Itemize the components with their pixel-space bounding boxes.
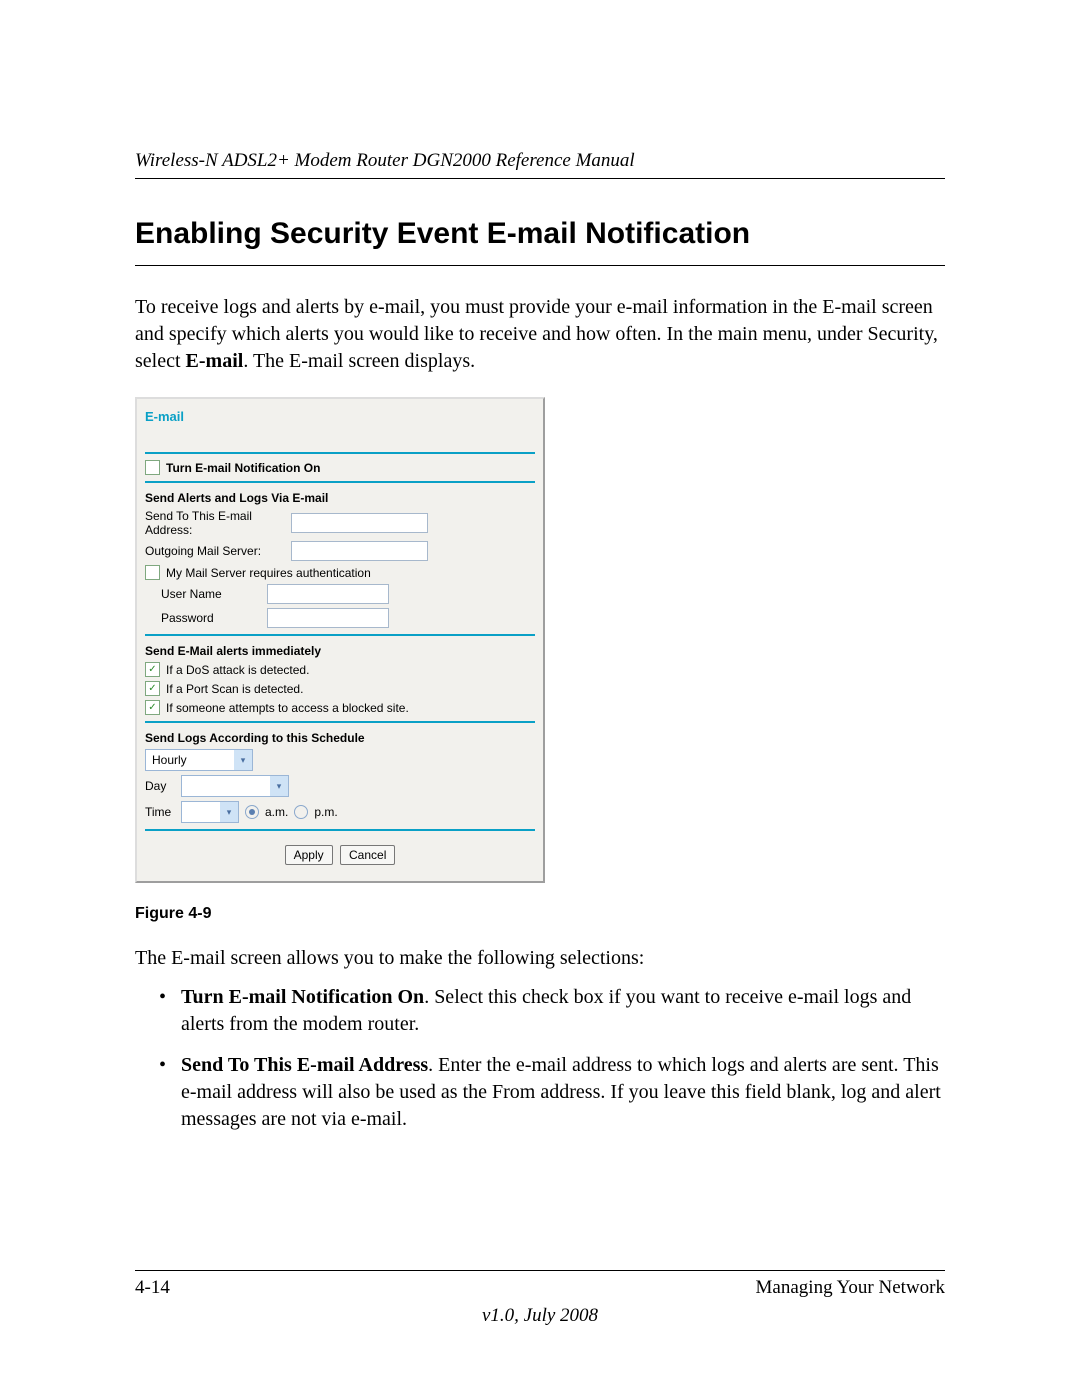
figure-caption: Figure 4-9 [135, 905, 945, 923]
schedule-row: Hourly ▾ [145, 749, 535, 771]
outgoing-row: Outgoing Mail Server: [145, 541, 535, 561]
figure-email-panel: E-mail ✓ Turn E-mail Notification On Sen… [135, 397, 945, 923]
divider [145, 721, 535, 723]
page-number: 4-14 [135, 1277, 170, 1299]
schedule-section-head: Send Logs According to this Schedule [145, 731, 535, 745]
send-to-row: Send To This E-mail Address: [145, 509, 535, 537]
username-row: User Name [161, 584, 535, 604]
password-label: Password [161, 611, 261, 625]
apply-button[interactable]: Apply [285, 845, 333, 865]
password-row: Password [161, 608, 535, 628]
bullet-bold: Send To This E-mail Address [181, 1054, 428, 1076]
checkbox-icon[interactable]: ✓ [145, 700, 160, 715]
pm-radio[interactable] [294, 805, 308, 819]
username-label: User Name [161, 587, 261, 601]
checkbox-icon[interactable]: ✓ [145, 681, 160, 696]
checkbox-icon[interactable]: ✓ [145, 565, 160, 580]
am-label: a.m. [265, 805, 288, 819]
section-title: Enabling Security Event E-mail Notificat… [135, 217, 945, 266]
chevron-down-icon: ▾ [220, 802, 238, 822]
day-select[interactable]: ▾ [181, 775, 289, 797]
send-section-head: Send Alerts and Logs Via E-mail [145, 491, 535, 505]
intro-bold: E-mail [186, 350, 244, 372]
chevron-down-icon: ▾ [270, 776, 288, 796]
intro-post: . The E-mail screen displays. [243, 350, 475, 372]
email-settings-panel: E-mail ✓ Turn E-mail Notification On Sen… [135, 397, 545, 883]
outgoing-label: Outgoing Mail Server: [145, 544, 285, 558]
alert-blocked-row[interactable]: ✓ If someone attempts to access a blocke… [145, 700, 535, 715]
divider [145, 829, 535, 831]
alert-dos-row[interactable]: ✓ If a DoS attack is detected. [145, 662, 535, 677]
intro-paragraph: To receive logs and alerts by e-mail, yo… [135, 294, 945, 375]
bullet-list: Turn E-mail Notification On. Select this… [159, 984, 945, 1133]
send-to-input[interactable] [291, 513, 428, 533]
day-row: Day ▾ [145, 775, 535, 797]
chapter-name: Managing Your Network [756, 1277, 945, 1299]
page-footer: 4-14 Managing Your Network v1.0, July 20… [135, 1270, 945, 1327]
pm-label: p.m. [314, 805, 337, 819]
alerts-section-head: Send E-Mail alerts immediately [145, 644, 535, 658]
time-select[interactable]: ▾ [181, 801, 239, 823]
chevron-down-icon: ▾ [234, 750, 252, 770]
divider [145, 634, 535, 636]
turn-on-row[interactable]: ✓ Turn E-mail Notification On [145, 460, 535, 475]
divider [145, 481, 535, 483]
time-label: Time [145, 805, 175, 819]
auth-label: My Mail Server requires authentication [166, 566, 371, 580]
checkbox-icon[interactable]: ✓ [145, 662, 160, 677]
bullet-bold: Turn E-mail Notification On [181, 986, 424, 1008]
cancel-button[interactable]: Cancel [340, 845, 395, 865]
after-figure-text: The E-mail screen allows you to make the… [135, 945, 945, 972]
time-row: Time ▾ a.m. p.m. [145, 801, 535, 823]
divider [145, 452, 535, 454]
schedule-select[interactable]: Hourly ▾ [145, 749, 253, 771]
button-row: Apply Cancel [145, 845, 535, 865]
alert-portscan-label: If a Port Scan is detected. [166, 682, 303, 696]
password-input[interactable] [267, 608, 389, 628]
auth-row[interactable]: ✓ My Mail Server requires authentication [145, 565, 535, 580]
alert-portscan-row[interactable]: ✓ If a Port Scan is detected. [145, 681, 535, 696]
checkbox-icon[interactable]: ✓ [145, 460, 160, 475]
turn-on-label: Turn E-mail Notification On [166, 461, 320, 475]
list-item: Turn E-mail Notification On. Select this… [159, 984, 945, 1038]
panel-title: E-mail [145, 409, 535, 424]
alert-dos-label: If a DoS attack is detected. [166, 663, 309, 677]
version-line: v1.0, July 2008 [135, 1305, 945, 1327]
list-item: Send To This E-mail Address. Enter the e… [159, 1052, 945, 1133]
day-label: Day [145, 779, 175, 793]
alert-blocked-label: If someone attempts to access a blocked … [166, 701, 409, 715]
am-radio[interactable] [245, 805, 259, 819]
outgoing-input[interactable] [291, 541, 428, 561]
running-header: Wireless-N ADSL2+ Modem Router DGN2000 R… [135, 150, 945, 179]
schedule-value: Hourly [152, 753, 187, 767]
username-input[interactable] [267, 584, 389, 604]
send-to-label: Send To This E-mail Address: [145, 509, 285, 537]
